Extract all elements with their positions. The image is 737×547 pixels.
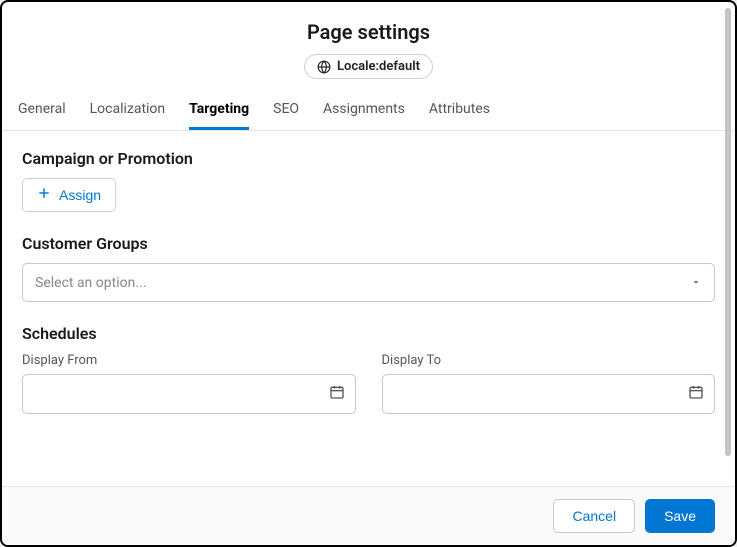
customer-groups-section: Customer Groups Select an option... [22,234,715,302]
locale-badge[interactable]: Locale:default [304,54,433,79]
plus-icon [37,186,51,204]
tab-attributes[interactable]: Attributes [429,89,490,130]
tab-assignments[interactable]: Assignments [323,89,405,130]
tabs-bar: General Localization Targeting SEO Assig… [2,89,735,131]
display-to-label: Display To [382,353,716,368]
customer-groups-title: Customer Groups [22,234,715,253]
cancel-button[interactable]: Cancel [553,499,635,533]
tab-targeting[interactable]: Targeting [189,89,249,130]
calendar-icon [329,384,345,404]
display-to-col: Display To [382,353,716,414]
tab-general[interactable]: General [18,89,66,130]
calendar-icon [688,384,704,404]
scrollbar-thumb[interactable] [725,8,731,456]
select-placeholder: Select an option... [35,275,146,291]
assign-label: Assign [59,187,101,203]
tab-content: Campaign or Promotion Assign Customer Gr… [2,131,735,466]
schedules-title: Schedules [22,324,715,343]
display-from-col: Display From [22,353,356,414]
save-button[interactable]: Save [645,499,715,533]
page-title: Page settings [18,20,719,44]
assign-button[interactable]: Assign [22,178,116,212]
locale-label: Locale:default [337,59,420,74]
display-to-input[interactable] [382,374,716,414]
campaign-section: Campaign or Promotion Assign [22,149,715,212]
tab-seo[interactable]: SEO [273,89,299,130]
display-from-label: Display From [22,353,356,368]
schedules-section: Schedules Display From Display To [22,324,715,414]
campaign-title: Campaign or Promotion [22,149,715,168]
modal-header: Page settings Locale:default [2,2,735,89]
customer-groups-select[interactable]: Select an option... [22,263,715,302]
modal-footer: Cancel Save [2,486,735,545]
page-settings-modal: Page settings Locale:default General Loc… [0,0,737,547]
tab-localization[interactable]: Localization [90,89,166,130]
schedule-row: Display From Display To [22,353,715,414]
globe-icon [317,60,331,74]
chevron-down-icon [690,273,702,292]
display-from-input[interactable] [22,374,356,414]
modal-scroll-area: Page settings Locale:default General Loc… [2,2,735,486]
